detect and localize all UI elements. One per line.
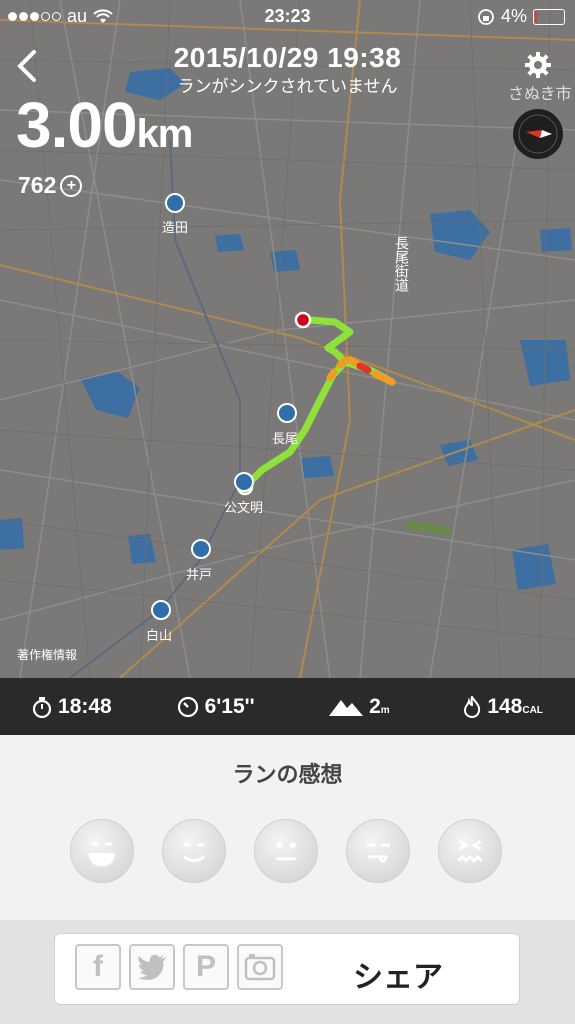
end-marker <box>294 311 312 329</box>
station-icon <box>234 472 254 492</box>
stat-calories: 148CAL <box>431 678 575 735</box>
pinterest-icon[interactable]: P <box>183 944 229 990</box>
nikefuel-plus-icon: + <box>60 174 83 197</box>
share-button[interactable]: f P シェア <box>54 933 520 1005</box>
station-icon <box>151 600 171 620</box>
stats-bar: 18:48 6'15'' 2m 148CAL <box>0 678 575 735</box>
battery-percent: 4% <box>500 6 527 26</box>
mountain-icon <box>329 699 364 716</box>
stat-pace: 6'15'' <box>144 678 288 735</box>
rotation-lock-icon <box>478 8 494 25</box>
street-label: 長尾街道 <box>394 236 410 292</box>
run-date-title: 2015/10/29 19:38 <box>173 42 402 73</box>
station-icon <box>191 539 211 559</box>
status-bar: au 23:23 4% <box>0 0 575 32</box>
route-map[interactable]: 造田 長尾 公文明 井戸 白山 長尾街道 さぬき市 著作権情報 au 23:23… <box>0 0 575 678</box>
run-feeling-title: ランの感想 <box>232 762 343 787</box>
camera-icon[interactable] <box>237 944 283 990</box>
twitter-icon[interactable] <box>129 944 175 990</box>
share-label: シェア <box>353 961 443 994</box>
station-label-kumonmyo: 公文明 <box>224 500 264 515</box>
share-network-icons: f P <box>75 944 283 990</box>
pace-value: 6'15'' <box>204 694 255 718</box>
feeling-options <box>70 819 502 883</box>
distance-unit: km <box>136 112 194 156</box>
stat-duration: 18:48 <box>0 678 144 735</box>
ok-face-icon[interactable] <box>254 819 318 883</box>
station-icon <box>277 403 297 423</box>
good-face-icon[interactable] <box>162 819 226 883</box>
station-label-zouda: 造田 <box>162 220 189 235</box>
station-label-nagao: 長尾 <box>272 431 299 446</box>
map-copyright-link[interactable]: 著作権情報 <box>17 646 77 663</box>
gear-icon[interactable] <box>523 50 553 80</box>
stopwatch-icon <box>32 696 52 718</box>
stat-elevation: 2m <box>288 678 432 735</box>
station-icon <box>165 193 185 213</box>
share-bar: f P シェア <box>0 920 575 1024</box>
speedometer-icon <box>177 696 198 717</box>
flame-icon <box>464 695 481 718</box>
great-face-icon[interactable] <box>70 819 134 883</box>
distance-value: 3.00 <box>16 89 138 161</box>
battery-icon <box>533 8 565 25</box>
meh-face-icon[interactable] <box>346 819 410 883</box>
calories-value: 148 <box>487 694 523 718</box>
calories-unit: CAL <box>522 704 543 716</box>
elevation-value: 2 <box>369 694 381 718</box>
distance-display: 3.00km <box>16 88 194 162</box>
facebook-icon[interactable]: f <box>75 944 121 990</box>
run-feeling-section: ランの感想 <box>0 735 575 920</box>
bad-face-icon[interactable] <box>438 819 502 883</box>
nikefuel-display[interactable]: 762 + <box>18 172 83 199</box>
nikefuel-value: 762 <box>18 172 57 198</box>
duration-value: 18:48 <box>58 694 112 718</box>
station-label-ido: 井戸 <box>186 567 213 582</box>
compass-icon[interactable] <box>512 108 564 160</box>
station-label-hakusan: 白山 <box>146 628 173 643</box>
elevation-unit: m <box>380 704 390 716</box>
